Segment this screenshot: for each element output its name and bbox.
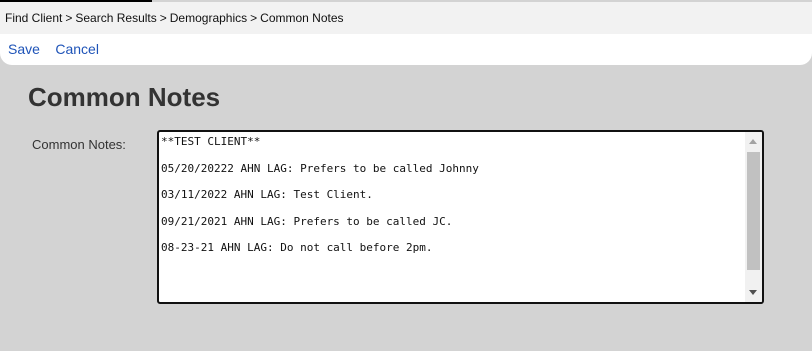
note-blank-line	[161, 201, 743, 215]
note-blank-line	[161, 228, 743, 242]
breadcrumb-item-demographics[interactable]: Demographics	[170, 11, 247, 25]
common-notes-page: Find Client > Search Results > Demographics >…	[0, 0, 812, 351]
toolbar: Save Cancel	[0, 34, 812, 65]
breadcrumb-item-find-client[interactable]: Find Client	[5, 11, 62, 25]
common-notes-label: Common Notes:	[32, 137, 126, 152]
note-line: 08-23-21 AHN LAG: Do not call before 2pm…	[161, 241, 433, 254]
common-notes-text[interactable]: **TEST CLIENT** 05/20/20222 AHN LAG: Pre…	[159, 132, 743, 302]
common-notes-textarea[interactable]: **TEST CLIENT** 05/20/20222 AHN LAG: Pre…	[157, 130, 764, 304]
note-line: 03/11/2022 AHN LAG: Test Client.	[161, 188, 373, 201]
breadcrumb-item-common-notes: Common Notes	[260, 11, 344, 25]
page-title: Common Notes	[28, 82, 221, 112]
note-line: **TEST CLIENT**	[161, 135, 261, 148]
note-line: 09/21/2021 AHN LAG: Prefers to be called…	[161, 214, 453, 228]
breadcrumb-separator: >	[159, 11, 167, 25]
note-blank-line	[161, 175, 743, 189]
cancel-button[interactable]: Cancel	[55, 41, 99, 57]
note-line: 05/20/20222 AHN LAG: Prefers to be calle…	[161, 161, 479, 175]
breadcrumb-separator: >	[250, 11, 258, 25]
breadcrumb: Find Client > Search Results > Demographics >…	[0, 2, 812, 34]
breadcrumb-item-search-results[interactable]: Search Results	[75, 11, 156, 25]
scroll-thumb[interactable]	[747, 152, 760, 270]
scroll-down-arrow-icon[interactable]	[749, 290, 757, 295]
save-button[interactable]: Save	[8, 41, 40, 57]
notes-scrollbar[interactable]	[745, 132, 762, 302]
breadcrumb-separator: >	[65, 11, 73, 25]
scroll-up-arrow-icon[interactable]	[749, 139, 757, 144]
note-blank-line	[161, 148, 743, 162]
